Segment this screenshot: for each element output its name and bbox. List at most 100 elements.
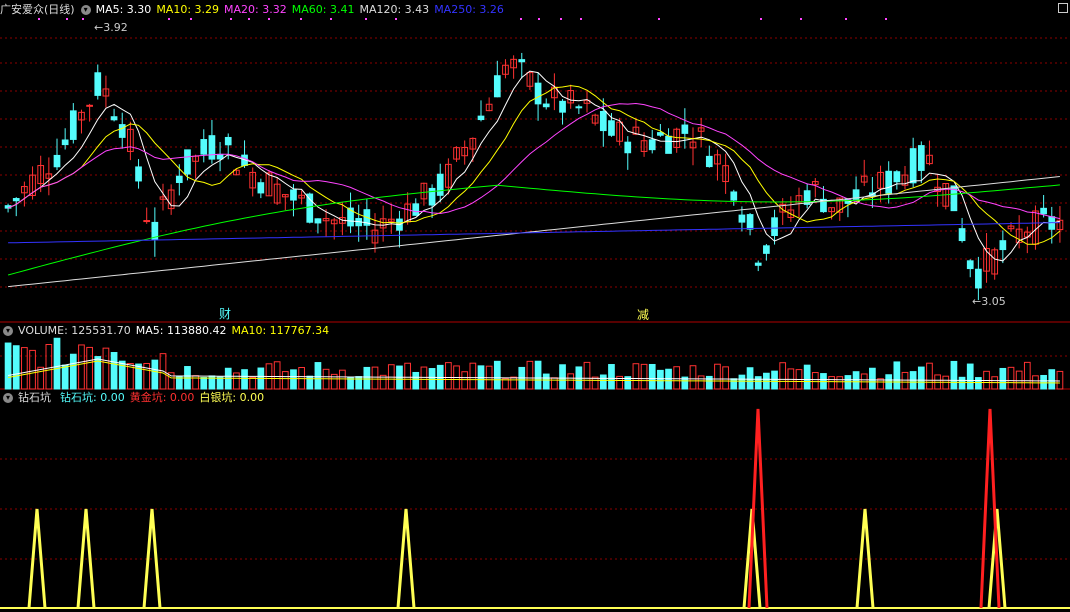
candle-down: [885, 170, 893, 194]
signal-dot: [82, 18, 84, 20]
volume-bar: [249, 376, 257, 390]
chart-canvas[interactable]: [0, 0, 1070, 612]
candle-down: [657, 132, 664, 136]
candle-down: [135, 166, 142, 182]
volume-bar: [69, 353, 77, 390]
signal-dot: [38, 18, 40, 20]
candle-down: [94, 72, 102, 96]
volume-bar: [754, 376, 762, 390]
finance-tag[interactable]: 财: [219, 305, 231, 322]
indicator-collapse-icon[interactable]: ▾: [3, 393, 13, 403]
candle-down: [216, 153, 224, 160]
indicator-name: 钻石坑: [18, 391, 51, 404]
volume-bar: [355, 376, 363, 390]
volume-collapse-icon[interactable]: ▾: [3, 326, 13, 336]
candle-down: [754, 262, 762, 266]
signal-dot: [800, 18, 802, 20]
low-price-label: ←3.05: [972, 295, 1006, 308]
candle-down: [771, 217, 778, 236]
signal-dot: [230, 18, 232, 20]
volume-bar: [779, 362, 787, 390]
signal-dot: [760, 18, 762, 20]
volume-bar: [673, 366, 681, 390]
ma-legend-item: MA20: 3.32: [224, 3, 287, 16]
ma-legend-item: MA60: 3.41: [291, 3, 355, 16]
maximize-icon[interactable]: [1058, 3, 1068, 13]
volume-bar: [21, 347, 28, 390]
ma10-line: [7, 85, 1061, 245]
candle-up: [86, 104, 93, 107]
signal-dot: [395, 18, 397, 20]
volume-ma5: MA5: 113880.42: [135, 324, 227, 337]
candle-down: [110, 116, 118, 121]
volume-bar: [591, 376, 599, 390]
volume-bar: [339, 369, 346, 390]
candle-down: [746, 214, 754, 230]
candle-down: [257, 182, 265, 194]
volume-bar: [314, 362, 322, 390]
volume-bar: [233, 372, 240, 390]
volume-bar: [1007, 366, 1015, 390]
volume-bar: [445, 362, 452, 390]
volume-bar: [648, 363, 656, 390]
volume-bar: [599, 374, 607, 390]
candle-down: [681, 124, 689, 134]
volume-bar: [1056, 370, 1064, 390]
volume-bar: [53, 337, 61, 390]
signal-dot: [330, 18, 332, 20]
volume-bar: [738, 374, 746, 390]
candle-down: [12, 198, 20, 202]
candle-down: [518, 59, 526, 63]
volume-bar: [705, 375, 713, 390]
candle-down: [763, 245, 770, 254]
candle-down: [534, 82, 542, 105]
ma250-line: [8, 222, 1060, 244]
volume-bar: [811, 372, 819, 390]
volume-bar: [567, 373, 575, 390]
candle-down: [730, 191, 738, 201]
candle-down: [542, 103, 550, 108]
reduction-tag[interactable]: 减: [637, 306, 649, 323]
signal-dot: [268, 18, 270, 20]
volume-bar: [45, 344, 53, 390]
indicator-value-item: 钻石坑: 0.00: [60, 391, 125, 404]
volume-bar: [950, 360, 958, 390]
volume-bar: [469, 362, 477, 390]
candle-down: [705, 155, 713, 168]
ma120-line: [8, 176, 1060, 288]
volume-bar: [12, 345, 20, 390]
volume-bar: [640, 363, 648, 390]
candle-down: [975, 268, 982, 289]
volume-bar: [689, 365, 697, 390]
volume-bar: [461, 371, 469, 390]
volume-bar: [86, 346, 93, 390]
indicator-legend: ▾ 钻石坑 钻石坑: 0.00 黄金坑: 0.00 白银坑: 0.00: [0, 390, 274, 405]
signal-dot: [845, 18, 847, 20]
candle-down: [966, 260, 974, 270]
indicator-value-item: 黄金坑: 0.00: [129, 391, 195, 404]
signal-dot: [885, 18, 887, 20]
candle-down: [958, 228, 966, 242]
candle-down: [200, 139, 208, 155]
volume-bar: [363, 366, 371, 390]
volume-ma10: MA10: 117767.34: [231, 324, 330, 337]
collapse-circle-icon[interactable]: ▾: [80, 5, 91, 15]
signal-dot: [66, 18, 68, 20]
volume-bar: [632, 363, 640, 390]
candle-down: [493, 75, 501, 98]
ma20-line: [7, 102, 1061, 220]
volume-bar: [852, 371, 860, 390]
candle-down: [648, 139, 656, 151]
volume-bar: [175, 376, 183, 390]
candle-down: [909, 148, 917, 184]
volume-bar: [551, 377, 558, 390]
volume-bar: [428, 368, 436, 390]
volume-bar: [542, 373, 550, 390]
signal-dot: [365, 18, 367, 20]
volume-bar: [966, 363, 974, 390]
candle-down: [608, 120, 615, 136]
volume-bar: [78, 344, 85, 390]
volume-bar: [61, 364, 69, 390]
signal-dot: [300, 18, 302, 20]
candle-down: [208, 135, 216, 160]
